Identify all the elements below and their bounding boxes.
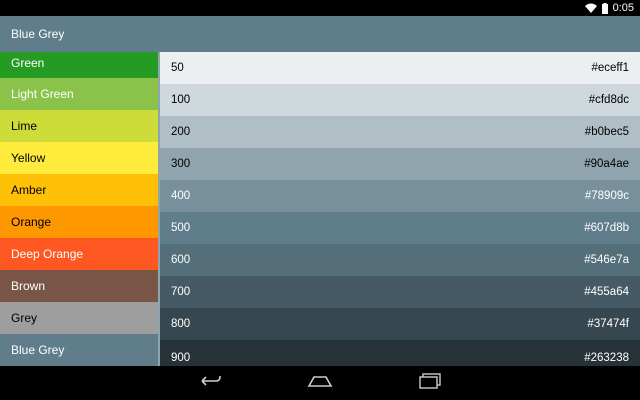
app-bar: Blue Grey xyxy=(0,16,640,52)
shade-number: 900 xyxy=(171,352,191,364)
shade-row-800[interactable]: 800 #37474f xyxy=(160,308,640,340)
sidebar-item-label: Light Green xyxy=(11,87,74,101)
sidebar-item-amber[interactable]: Amber xyxy=(0,174,158,206)
shade-hex: #607d8b xyxy=(584,222,629,234)
navigation-bar xyxy=(0,366,640,400)
sidebar-item-label: Yellow xyxy=(11,151,46,165)
shade-hex: #90a4ae xyxy=(584,158,629,170)
shade-row-400[interactable]: 400 #78909c xyxy=(160,180,640,212)
sidebar-item-label: Orange xyxy=(11,215,52,229)
shade-number: 800 xyxy=(171,318,191,330)
shade-row-600[interactable]: 600 #546e7a xyxy=(160,244,640,276)
sidebar-item-green[interactable]: Green xyxy=(0,52,158,78)
sidebar-item-lime[interactable]: Lime xyxy=(0,110,158,142)
sidebar-item-label: Blue Grey xyxy=(11,343,65,357)
battery-icon xyxy=(601,2,608,14)
shade-list: 50 #eceff1 100 #cfd8dc 200 #b0bec5 300 #90a4ae 4… xyxy=(160,52,640,366)
shade-row-500[interactable]: 500 #607d8b xyxy=(160,212,640,244)
shade-row-700[interactable]: 700 #455a64 xyxy=(160,276,640,308)
shade-hex: #263238 xyxy=(584,352,629,364)
shade-number: 400 xyxy=(171,190,191,202)
sidebar-item-brown[interactable]: Brown xyxy=(0,270,158,302)
shade-number: 300 xyxy=(171,158,191,170)
sidebar-item-light-green[interactable]: Light Green xyxy=(0,78,158,110)
sidebar-item-grey[interactable]: Grey xyxy=(0,302,158,334)
wifi-icon xyxy=(584,3,597,13)
sidebar-item-label: Green xyxy=(11,56,45,70)
sidebar-item-orange[interactable]: Orange xyxy=(0,206,158,238)
recents-icon xyxy=(418,372,442,394)
color-family-list: Green Light Green Lime Yellow Amber Orange Dee… xyxy=(0,52,160,366)
shade-number: 50 xyxy=(171,62,184,74)
shade-number: 700 xyxy=(171,286,191,298)
shade-number: 200 xyxy=(171,126,191,138)
back-button[interactable] xyxy=(195,373,225,393)
shade-row-300[interactable]: 300 #90a4ae xyxy=(160,148,640,180)
page-title: Blue Grey xyxy=(11,27,65,41)
sidebar-item-yellow[interactable]: Yellow xyxy=(0,142,158,174)
shade-row-200[interactable]: 200 #b0bec5 xyxy=(160,116,640,148)
shade-number: 100 xyxy=(171,94,191,106)
shade-row-50[interactable]: 50 #eceff1 xyxy=(160,52,640,84)
sidebar-item-label: Amber xyxy=(11,183,47,197)
shade-hex: #37474f xyxy=(587,318,629,330)
back-icon xyxy=(198,374,222,393)
shade-hex: #eceff1 xyxy=(591,62,629,74)
home-icon xyxy=(307,374,333,393)
sidebar-item-blue-grey[interactable]: Blue Grey xyxy=(0,334,158,366)
home-button[interactable] xyxy=(305,373,335,393)
shade-hex: #78909c xyxy=(584,190,629,202)
shade-number: 600 xyxy=(171,254,191,266)
shade-row-900[interactable]: 900 #263238 xyxy=(160,340,640,366)
shade-row-100[interactable]: 100 #cfd8dc xyxy=(160,84,640,116)
sidebar-item-label: Brown xyxy=(11,279,46,293)
shade-hex: #b0bec5 xyxy=(584,126,629,138)
sidebar-item-label: Deep Orange xyxy=(11,247,84,261)
sidebar-item-deep-orange[interactable]: Deep Orange xyxy=(0,238,158,270)
recents-button[interactable] xyxy=(415,372,445,394)
shade-hex: #455a64 xyxy=(584,286,629,298)
status-bar: 0:05 xyxy=(0,0,640,16)
shade-hex: #cfd8dc xyxy=(588,94,629,106)
sidebar-item-label: Grey xyxy=(11,311,38,325)
shade-hex: #546e7a xyxy=(584,254,629,266)
sidebar-item-label: Lime xyxy=(11,119,38,133)
status-time: 0:05 xyxy=(612,2,634,14)
shade-number: 500 xyxy=(171,222,191,234)
